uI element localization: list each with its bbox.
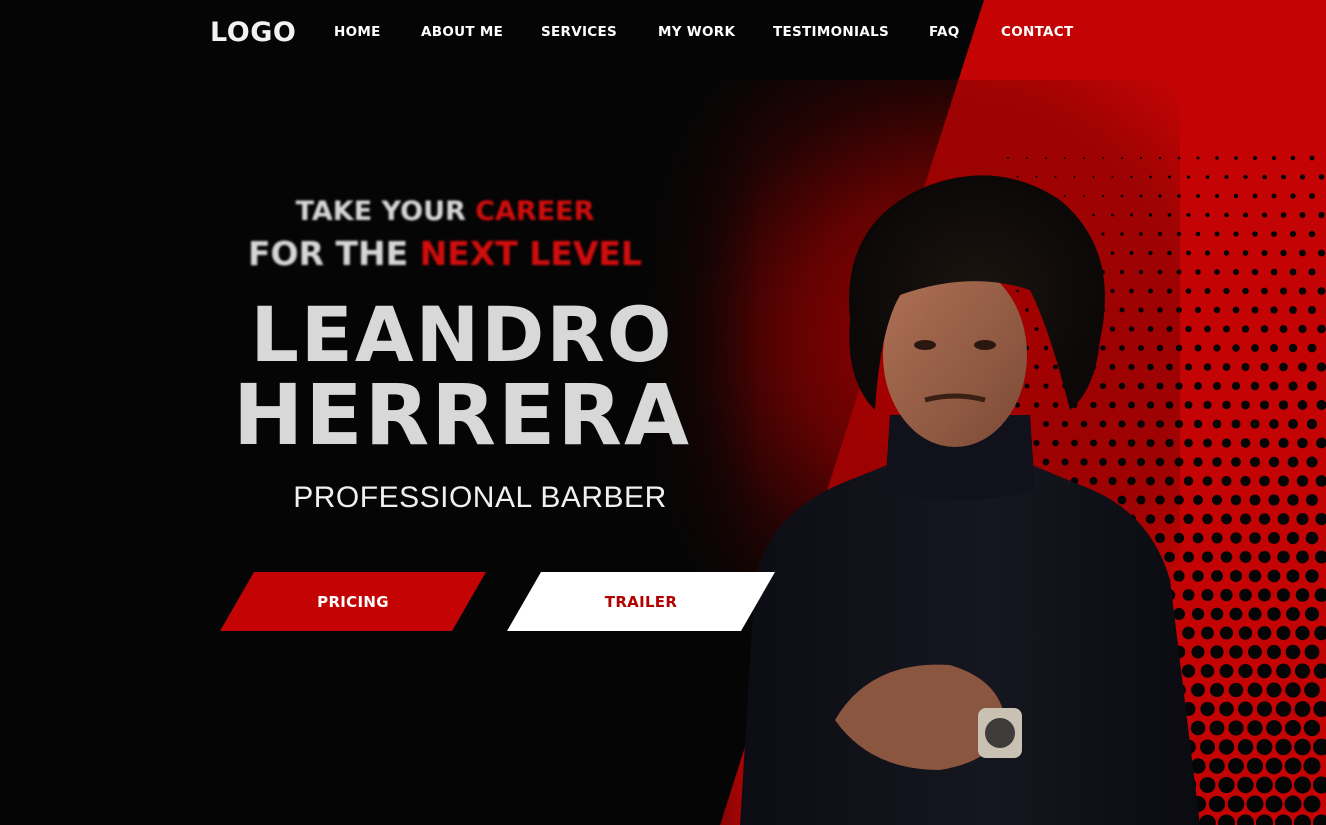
trailer-button-label: TRAILER [604,592,678,611]
tagline-text: TAKE YOUR [295,196,476,227]
nav-item-testimonials[interactable]: TESTIMONIALS [773,24,889,40]
pricing-button-label: PRICING [317,592,389,611]
tagline-highlight: CAREER [475,196,595,227]
nav-item-faq[interactable]: FAQ [929,24,960,40]
nav-item-services[interactable]: SERVICES [541,24,617,40]
hero-name-last: HERRERA [232,366,692,464]
tagline-line-2: FOR THE NEXT LEVEL [200,234,690,273]
logo[interactable]: LOGO [210,17,296,48]
pricing-button[interactable]: PRICING [220,572,486,631]
trailer-button[interactable]: TRAILER [507,572,775,631]
hero-profession: PROFESSIONAL BARBER [293,481,667,514]
hero-photo [740,175,1200,825]
nav-item-contact[interactable]: CONTACT [1001,24,1074,40]
tagline-line-1: TAKE YOUR CAREER [200,196,690,227]
tagline-text: FOR THE [248,234,420,273]
nav-item-my-work[interactable]: MY WORK [658,24,735,40]
main-nav: LOGO HOME ABOUT ME SERVICES MY WORK TEST… [0,0,1326,64]
hero-section: LOGO HOME ABOUT ME SERVICES MY WORK TEST… [0,0,1326,825]
nav-item-about-me[interactable]: ABOUT ME [421,24,503,40]
nav-item-home[interactable]: HOME [334,24,381,40]
tagline-highlight: NEXT LEVEL [419,234,642,273]
